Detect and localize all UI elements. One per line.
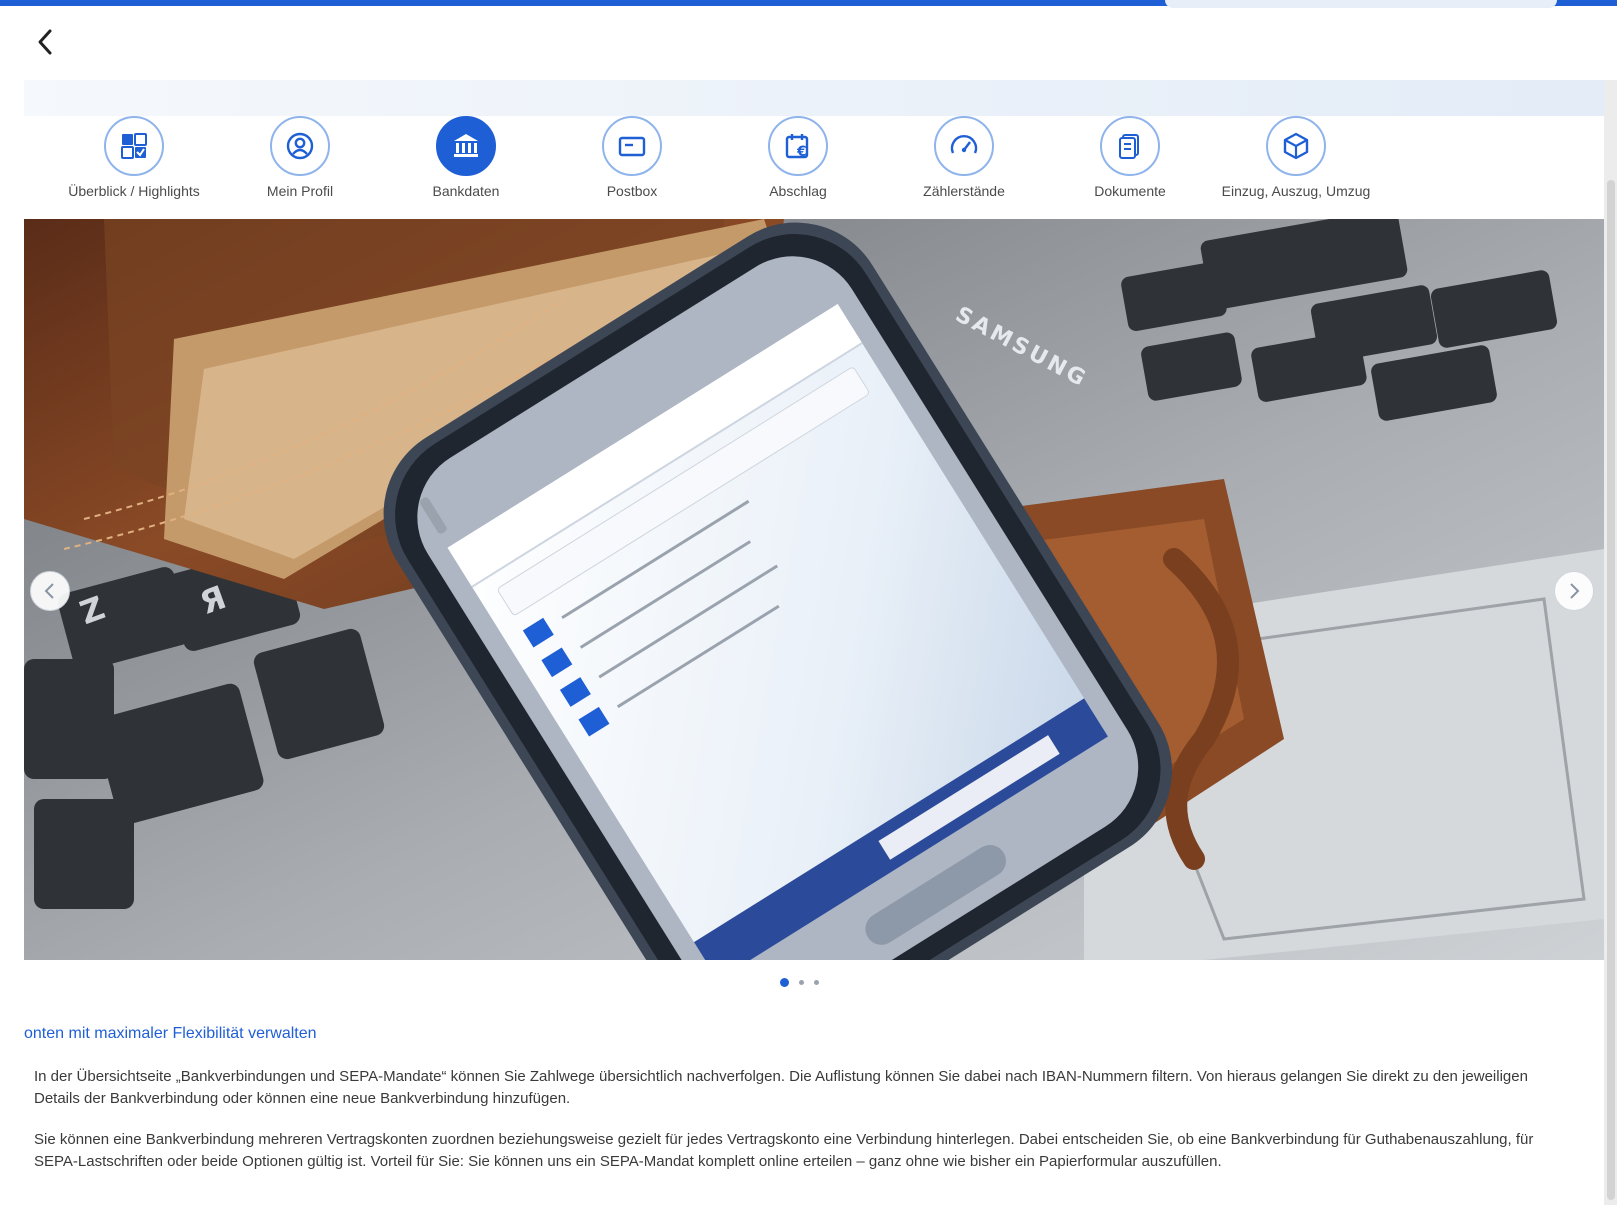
svg-text:€: €	[796, 144, 807, 160]
slider-next-button[interactable]	[1554, 571, 1594, 611]
gauge-icon	[934, 116, 994, 176]
nav-item-label: Abschlag	[769, 183, 827, 199]
section-heading: onten mit maximaler Flexibilität verwalt…	[24, 1025, 317, 1042]
bank-icon	[436, 116, 496, 176]
feature-nav: Überblick / Highlights Mein Profil Bankd…	[24, 116, 1604, 216]
nav-item-label: Überblick / Highlights	[68, 183, 200, 199]
description-paragraph-2: Sie können eine Bankverbindung mehreren …	[34, 1131, 1534, 1170]
nav-item-zaehlerstaende[interactable]: Zählerstände	[878, 116, 1050, 199]
chevron-left-icon	[44, 583, 54, 599]
description-paragraph-1: In der Übersichtseite „Bankverbindungen …	[34, 1068, 1528, 1107]
slider-dot-3[interactable]	[814, 980, 819, 985]
nav-item-label: Postbox	[606, 183, 658, 199]
slider-dot-2[interactable]	[799, 980, 804, 985]
calendar-euro-icon: €	[768, 116, 828, 176]
nav-item-label: Zählerstände	[923, 183, 1005, 199]
chevron-left-icon	[38, 29, 52, 55]
nav-item-label: Dokumente	[1094, 183, 1166, 199]
nav-item-overview[interactable]: Überblick / Highlights	[48, 116, 220, 199]
postbox-icon	[602, 116, 662, 176]
overview-grid-icon	[104, 116, 164, 176]
nav-item-abschlag[interactable]: € Abschlag	[712, 116, 884, 199]
nav-item-profile[interactable]: Mein Profil	[214, 116, 386, 199]
nav-item-umzug[interactable]: Einzug, Auszug, Umzug	[1210, 116, 1382, 199]
top-tab-indicator	[1165, 0, 1557, 8]
nav-item-label: Mein Profil	[266, 183, 334, 199]
nav-item-label: Bankdaten	[432, 183, 500, 199]
image-slider: Z Я SAMSUNG	[24, 219, 1604, 960]
slide-image-phone-on-laptop: Z Я SAMSUNG	[24, 219, 1604, 960]
nav-item-dokumente[interactable]: Dokumente	[1044, 116, 1216, 199]
documents-icon	[1100, 116, 1160, 176]
nav-item-postbox[interactable]: Postbox	[546, 116, 718, 199]
nav-item-label: Einzug, Auszug, Umzug	[1221, 183, 1371, 199]
move-box-icon	[1266, 116, 1326, 176]
top-banner	[24, 80, 1604, 116]
nav-item-bankdaten[interactable]: Bankdaten	[380, 116, 552, 199]
slider-dot-1[interactable]	[780, 978, 789, 987]
slider-pagination	[780, 978, 819, 987]
chevron-right-icon	[1570, 583, 1580, 599]
slider-prev-button[interactable]	[30, 571, 70, 611]
back-button[interactable]	[28, 22, 62, 62]
scrollbar-thumb[interactable]	[1607, 180, 1615, 1200]
profile-icon	[270, 116, 330, 176]
